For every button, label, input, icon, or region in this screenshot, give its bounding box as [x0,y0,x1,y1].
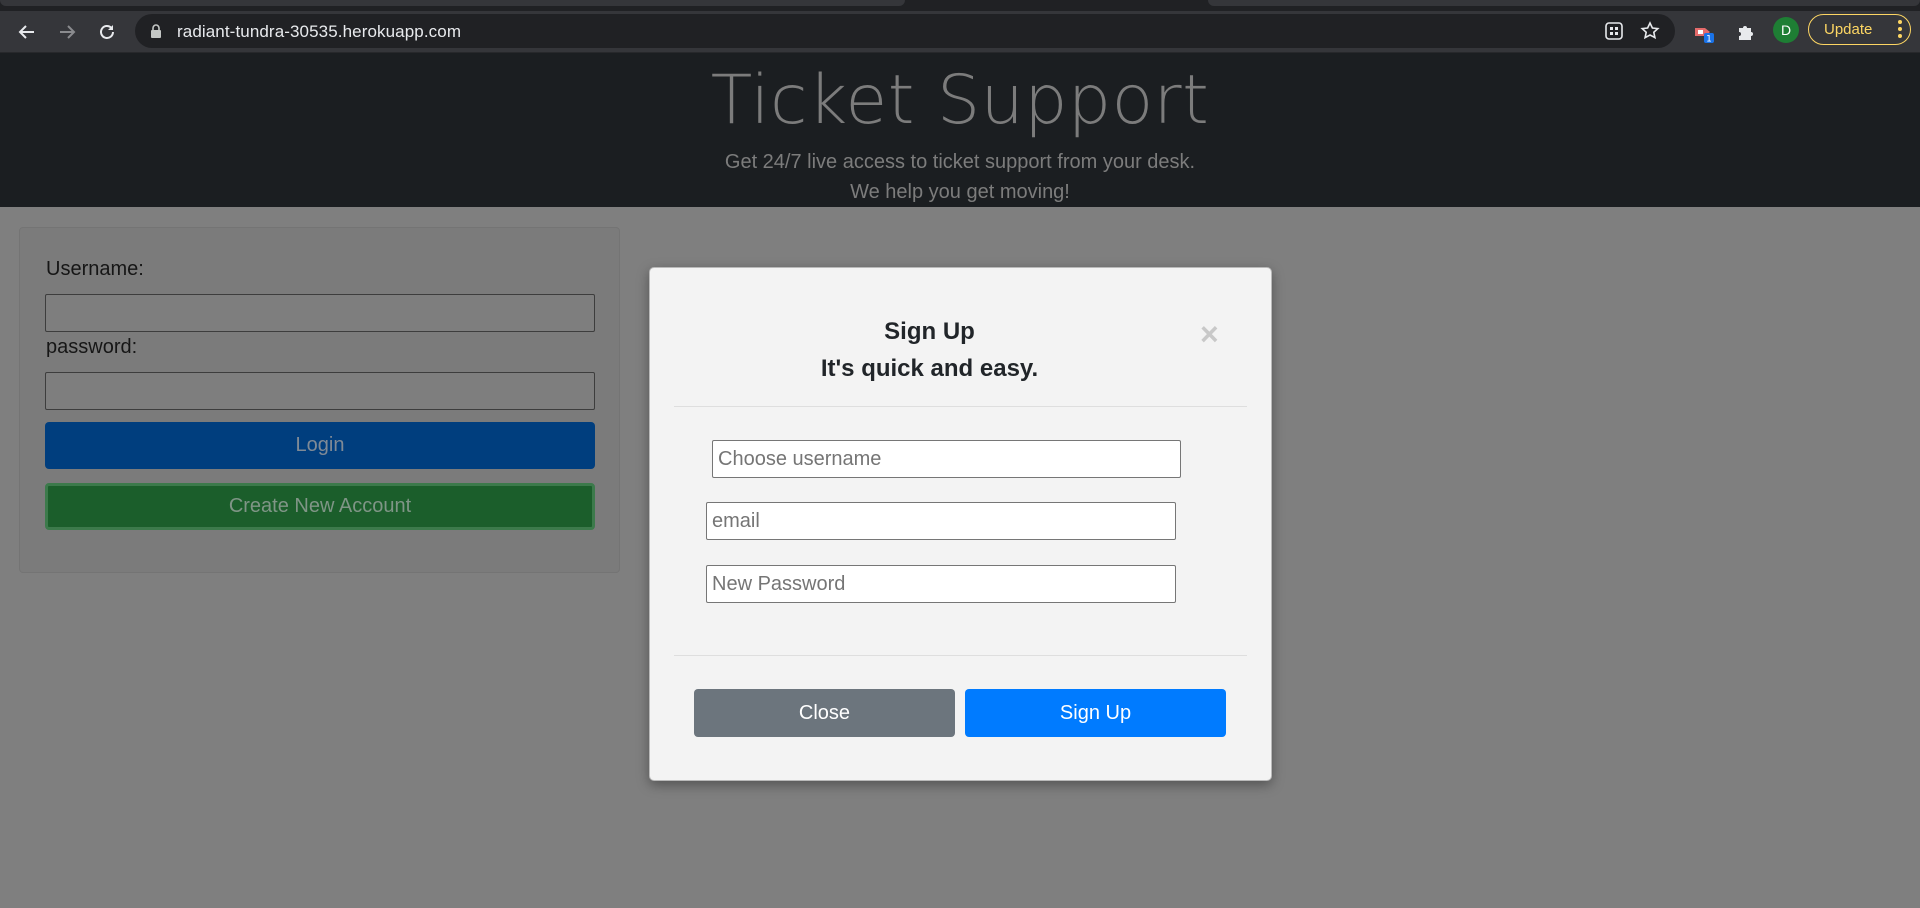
extension-icon[interactable]: 1 [1689,17,1719,47]
menu-dots-icon[interactable] [1898,20,1902,41]
update-button[interactable]: Update [1808,14,1911,45]
back-icon[interactable] [12,17,42,47]
puzzle-icon[interactable] [1731,17,1761,47]
hero-subtitle-line2: We help you get moving! [850,181,1070,203]
hero-subtitle-line1: Get 24/7 live access to ticket support f… [724,151,1196,173]
modal-header-divider [674,406,1247,407]
signup-modal: Sign Up It's quick and easy. × Close Sig… [649,267,1272,781]
signup-button[interactable]: Sign Up [965,689,1226,737]
hero-banner: Ticket Support Get 24/7 live access to t… [0,53,1920,207]
choose-username-input[interactable] [712,440,1181,478]
forward-icon[interactable] [52,17,82,47]
page-title: Ticket Support [710,61,1210,140]
modal-title: Sign Up [884,318,975,345]
reload-icon[interactable] [92,17,122,47]
avatar[interactable]: D [1773,17,1799,43]
close-button[interactable]: Close [694,689,955,737]
url-text[interactable]: radiant-tundra-30535.herokuapp.com [177,22,461,42]
login-card: Username: password: Login Create New Acc… [19,227,620,573]
email-input[interactable] [706,502,1176,540]
qr-code-icon[interactable] [1604,21,1624,41]
new-password-input[interactable] [706,565,1176,603]
username-label: Username: [46,258,144,280]
lock-icon[interactable] [150,24,162,43]
login-button[interactable]: Login [45,422,595,469]
create-account-button[interactable]: Create New Account [45,483,595,530]
tab-strip [0,0,1920,11]
close-icon[interactable]: × [1200,318,1219,350]
address-bar[interactable]: radiant-tundra-30535.herokuapp.com [135,14,1675,48]
username-input[interactable] [45,294,595,332]
modal-footer-divider [674,655,1247,656]
star-icon[interactable] [1640,21,1660,41]
browser-toolbar: radiant-tundra-30535.herokuapp.com 1 [0,11,1920,53]
extension-badge: 1 [1706,35,1712,45]
update-label: Update [1824,21,1873,38]
password-label: password: [46,336,138,358]
password-input[interactable] [45,372,595,410]
tab[interactable] [0,0,905,6]
tab[interactable] [1208,0,1920,6]
modal-subtitle: It's quick and easy. [820,355,1039,382]
